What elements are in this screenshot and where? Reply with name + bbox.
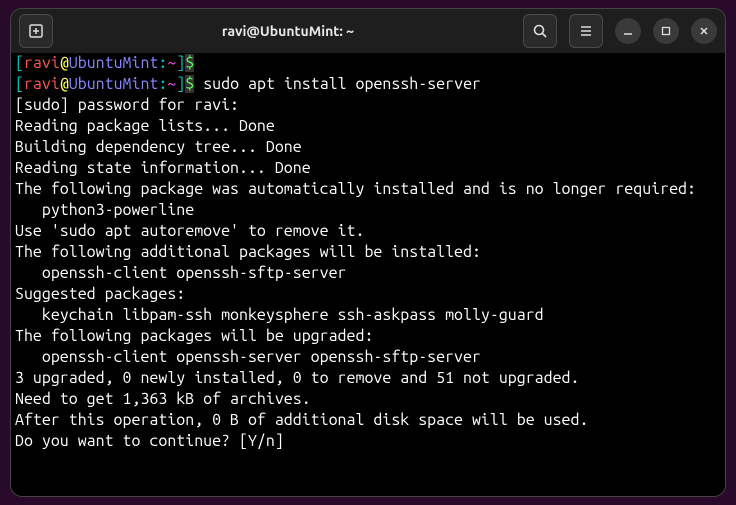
prompt-line-2: [ravi@UbuntuMint:~]$ sudo apt install op… bbox=[15, 74, 721, 95]
prompt-host: UbuntuMint bbox=[69, 54, 159, 72]
prompt-user: ravi bbox=[24, 54, 60, 72]
prompt-at: @ bbox=[60, 75, 69, 93]
output-line: openssh-client openssh-server openssh-sf… bbox=[15, 347, 721, 368]
prompt-at: @ bbox=[60, 54, 69, 72]
maximize-icon bbox=[660, 25, 672, 37]
prompt-dollar: $ bbox=[185, 54, 194, 72]
output-line: Suggested packages: bbox=[15, 284, 721, 305]
output-line: [sudo] password for ravi: bbox=[15, 95, 721, 116]
output-line: Building dependency tree... Done bbox=[15, 137, 721, 158]
output-line: Reading state information... Done bbox=[15, 158, 721, 179]
output-line: After this operation, 0 B of additional … bbox=[15, 410, 721, 431]
prompt-host: UbuntuMint bbox=[69, 75, 159, 93]
prompt-open: [ bbox=[15, 75, 24, 93]
prompt-close: ] bbox=[176, 75, 185, 93]
new-tab-button[interactable] bbox=[19, 14, 53, 48]
search-icon bbox=[532, 23, 548, 39]
maximize-button[interactable] bbox=[653, 18, 679, 44]
close-icon bbox=[698, 25, 710, 37]
close-button[interactable] bbox=[691, 18, 717, 44]
output-line: Use 'sudo apt autoremove' to remove it. bbox=[15, 221, 721, 242]
terminal-content[interactable]: [ravi@UbuntuMint:~]$[ravi@UbuntuMint:~]$… bbox=[11, 53, 725, 496]
minimize-button[interactable] bbox=[615, 18, 641, 44]
prompt-open: [ bbox=[15, 54, 24, 72]
window-title: ravi@UbuntuMint: ~ bbox=[53, 23, 523, 39]
output-line: 3 upgraded, 0 newly installed, 0 to remo… bbox=[15, 368, 721, 389]
new-tab-icon bbox=[28, 23, 44, 39]
prompt-close: ] bbox=[176, 54, 185, 72]
output-line: The following package was automatically … bbox=[15, 179, 721, 200]
output-line: Reading package lists... Done bbox=[15, 116, 721, 137]
menu-button[interactable] bbox=[569, 14, 603, 48]
hamburger-icon bbox=[578, 23, 594, 39]
prompt-line-1: [ravi@UbuntuMint:~]$ bbox=[15, 53, 721, 74]
prompt-colon: : bbox=[158, 54, 167, 72]
titlebar: ravi@UbuntuMint: ~ bbox=[11, 9, 725, 53]
minimize-icon bbox=[622, 25, 634, 37]
prompt-path: ~ bbox=[167, 54, 176, 72]
output-line: Need to get 1,363 kB of archives. bbox=[15, 389, 721, 410]
output-line: Do you want to continue? [Y/n] bbox=[15, 431, 721, 452]
output-line: openssh-client openssh-sftp-server bbox=[15, 263, 721, 284]
prompt-path: ~ bbox=[167, 75, 176, 93]
command-2: sudo apt install openssh-server bbox=[194, 75, 481, 93]
prompt-dollar: $ bbox=[185, 75, 194, 93]
search-button[interactable] bbox=[523, 14, 557, 48]
terminal-window: ravi@UbuntuMint: ~ bbox=[10, 8, 726, 497]
output-line: The following additional packages will b… bbox=[15, 242, 721, 263]
titlebar-left bbox=[19, 14, 53, 48]
prompt-colon: : bbox=[158, 75, 167, 93]
prompt-user: ravi bbox=[24, 75, 60, 93]
output-line: keychain libpam-ssh monkeysphere ssh-ask… bbox=[15, 305, 721, 326]
output-line: The following packages will be upgraded: bbox=[15, 326, 721, 347]
output-line: python3-powerline bbox=[15, 200, 721, 221]
titlebar-right bbox=[523, 14, 717, 48]
